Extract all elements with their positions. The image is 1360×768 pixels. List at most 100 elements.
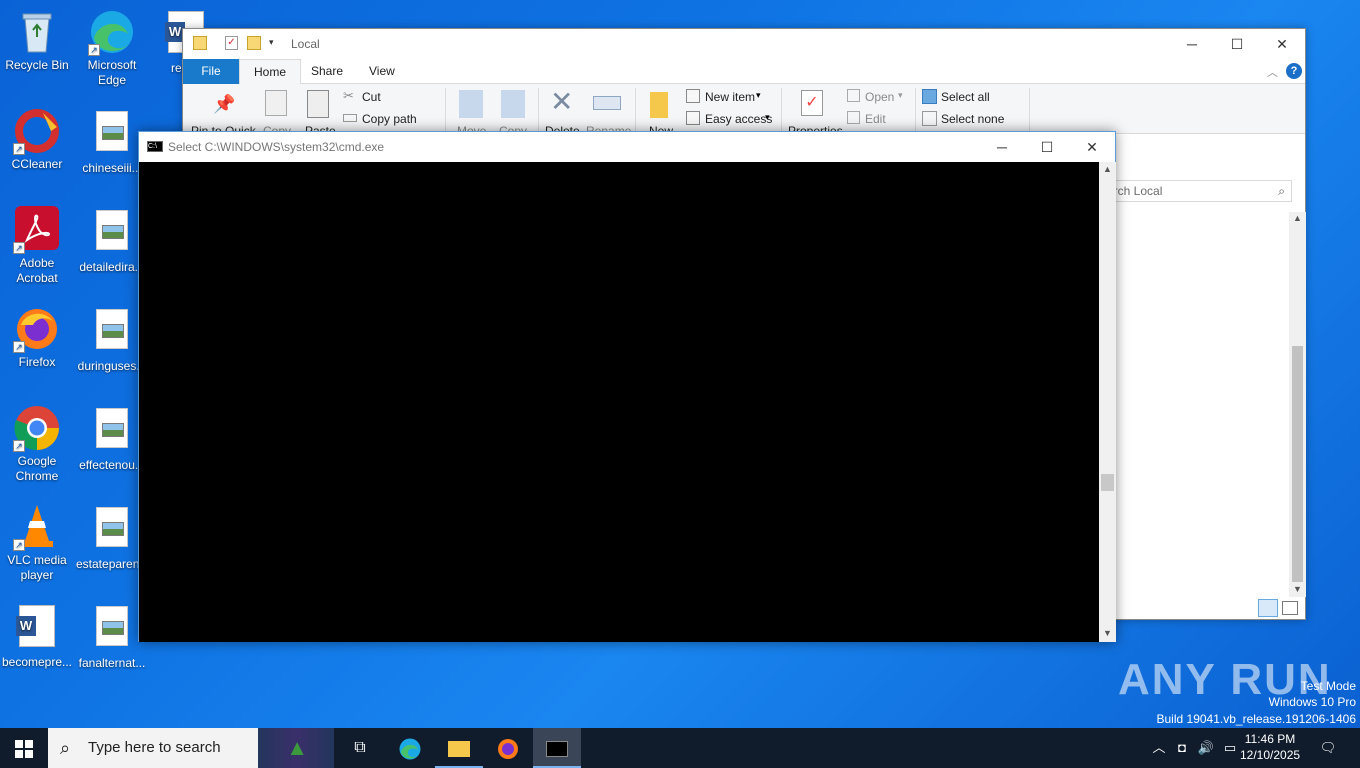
- show-hidden-icons-chevron-up-icon[interactable]: ︿: [1150, 728, 1168, 768]
- ccleaner-desktop-icon[interactable]: ↗ CCleaner: [1, 107, 73, 172]
- desktop-icon-label: VLC media player: [7, 553, 67, 582]
- desktop-icon-label: Microsoft Edge: [87, 58, 137, 87]
- properties-check-icon[interactable]: ✓: [225, 36, 238, 50]
- chevron-up-icon[interactable]: ︿: [1267, 64, 1278, 80]
- scissors-icon: ✂: [343, 88, 354, 103]
- clock-time: 11:46 PM: [1244, 732, 1296, 746]
- search-icon: ⌕: [60, 738, 71, 758]
- firefox-taskbar-button[interactable]: [484, 728, 532, 768]
- adobe-acrobat-desktop-icon[interactable]: ↗ Adobe Acrobat: [1, 206, 73, 286]
- easy-access-icon: [686, 111, 700, 125]
- firefox-icon: [498, 738, 518, 759]
- shortcut-arrow-icon: ↗: [13, 539, 25, 551]
- search-icon: ⌕: [1278, 184, 1285, 198]
- cut-button[interactable]: Cut: [362, 90, 381, 104]
- meet-now-icon[interactable]: ◘: [1172, 728, 1192, 768]
- properties-icon: ✓: [801, 90, 823, 116]
- details-view-icon[interactable]: [1258, 599, 1278, 617]
- image-file-icon: [96, 507, 128, 547]
- desktop-icon-label: Google Chrome: [15, 454, 59, 483]
- shortcut-arrow-icon: ↗: [13, 341, 25, 353]
- window-title: Local: [291, 37, 320, 51]
- open-icon: [847, 89, 860, 102]
- google-chrome-desktop-icon[interactable]: ↗ Google Chrome: [1, 404, 73, 484]
- clock-date: 12/10/2025: [1240, 748, 1301, 762]
- scroll-thumb[interactable]: [1292, 346, 1303, 582]
- new-folder-quick-icon[interactable]: [247, 36, 261, 50]
- help-icon[interactable]: ?: [1286, 63, 1302, 79]
- open-button[interactable]: Open: [865, 90, 894, 104]
- taskbar-search-input[interactable]: ⌕ Type here to search ▲: [48, 728, 334, 768]
- maximize-button[interactable]: ☐: [1214, 29, 1260, 59]
- desktop-icon-label: Adobe Acrobat: [16, 256, 58, 285]
- firefox-desktop-icon[interactable]: ↗ Firefox: [1, 305, 73, 370]
- tab-view[interactable]: View: [355, 59, 409, 84]
- tab-file[interactable]: File: [183, 59, 239, 84]
- microsoft-edge-desktop-icon[interactable]: ↗ Microsoft Edge: [76, 8, 148, 88]
- desktop-icon-label: fanalternat...: [78, 656, 146, 670]
- scroll-up-icon[interactable]: ▲: [1293, 213, 1302, 223]
- explorer-vertical-scrollbar[interactable]: ▲ ▼: [1289, 212, 1306, 597]
- file-explorer-taskbar-button[interactable]: [435, 728, 483, 768]
- edit-button[interactable]: Edit: [865, 112, 886, 126]
- recycle-bin-desktop-icon[interactable]: Recycle Bin: [1, 8, 73, 73]
- scroll-thumb[interactable]: [1101, 474, 1114, 491]
- edge-taskbar-button[interactable]: [386, 728, 434, 768]
- cmd-vertical-scrollbar[interactable]: ▲ ▼: [1099, 162, 1116, 642]
- shortcut-arrow-icon: ↗: [13, 440, 25, 452]
- pin-icon: 📌: [213, 94, 236, 114]
- easy-access-dropdown[interactable]: Easy access: [705, 112, 772, 126]
- windows-logo-icon: [15, 739, 33, 758]
- system-clock[interactable]: 11:46 PM 12/10/2025: [1240, 731, 1300, 763]
- desktop-icon-label: Recycle Bin: [5, 58, 69, 72]
- taskbar: ⌕ Type here to search ▲ ⧉ ︿ ◘ 🔊 ▭ 11:46 …: [0, 728, 1360, 768]
- scroll-down-icon[interactable]: ▼: [1103, 628, 1112, 638]
- edit-icon: [847, 111, 860, 124]
- new-item-chevron-down-icon: ▾: [756, 90, 761, 100]
- select-all-button[interactable]: Select all: [941, 90, 990, 104]
- image-file-icon: [96, 606, 128, 646]
- console-output-area[interactable]: [139, 162, 1099, 642]
- desktop-icon-label: becomepre...: [1, 655, 73, 669]
- image-file-icon: [96, 408, 128, 448]
- minimize-button[interactable]: ─: [1169, 29, 1215, 59]
- select-none-icon: [922, 111, 937, 126]
- scroll-down-icon[interactable]: ▼: [1293, 584, 1302, 594]
- easy-access-chevron-down-icon: ▾: [765, 112, 770, 122]
- build-label: Build 19041.vb_release.191206-1406: [1156, 712, 1357, 726]
- tab-home[interactable]: Home: [239, 59, 302, 84]
- network-icon[interactable]: ▭: [1220, 728, 1240, 768]
- close-button[interactable]: ✕: [1069, 132, 1115, 162]
- cmd-window[interactable]: C:\ Select C:\WINDOWS\system32\cmd.exe ─…: [138, 131, 1116, 642]
- maximize-button[interactable]: ☐: [1024, 132, 1070, 162]
- folder-icon: [448, 740, 470, 757]
- start-button[interactable]: [0, 728, 48, 768]
- copy-icon: [265, 90, 287, 116]
- desktop-icon-label: Firefox: [18, 355, 56, 369]
- copy-to-icon: [501, 90, 525, 118]
- explorer-search-input[interactable]: arch Local ⌕: [1102, 180, 1292, 202]
- select-all-icon: [922, 89, 937, 104]
- notifications-icon[interactable]: 🗨: [1316, 728, 1340, 768]
- vlc-desktop-icon[interactable]: ↗ VLC media player: [1, 503, 73, 583]
- shortcut-arrow-icon: ↗: [13, 143, 25, 155]
- large-icons-view-icon[interactable]: [1282, 601, 1298, 615]
- minimize-button[interactable]: ─: [979, 132, 1025, 162]
- ribbon-home: 📌 Pin to Quick Copy Paste ✂ Cut Copy pat…: [183, 84, 1305, 134]
- copy-path-button[interactable]: Copy path: [362, 112, 417, 126]
- word-document-desktop-icon[interactable]: W becomepre...: [1, 602, 73, 670]
- explorer-titlebar[interactable]: ✓ ▾ Local ─ ☐ ✕: [183, 29, 1305, 59]
- cmd-taskbar-button[interactable]: [533, 728, 581, 768]
- move-to-icon: [459, 90, 483, 118]
- new-item-dropdown[interactable]: New item: [705, 90, 755, 104]
- firefox-icon: ↗: [13, 305, 61, 353]
- scroll-up-icon[interactable]: ▲: [1103, 164, 1112, 174]
- customize-chevron-down-icon[interactable]: ▾: [269, 37, 274, 48]
- shortcut-arrow-icon: ↗: [88, 44, 100, 56]
- tab-share[interactable]: Share: [297, 59, 357, 84]
- select-none-button[interactable]: Select none: [941, 112, 1004, 126]
- cmd-titlebar[interactable]: C:\ Select C:\WINDOWS\system32\cmd.exe ─…: [139, 132, 1115, 162]
- close-button[interactable]: ✕: [1259, 29, 1305, 59]
- task-view-button[interactable]: ⧉: [336, 728, 384, 768]
- volume-icon[interactable]: 🔊: [1196, 728, 1216, 768]
